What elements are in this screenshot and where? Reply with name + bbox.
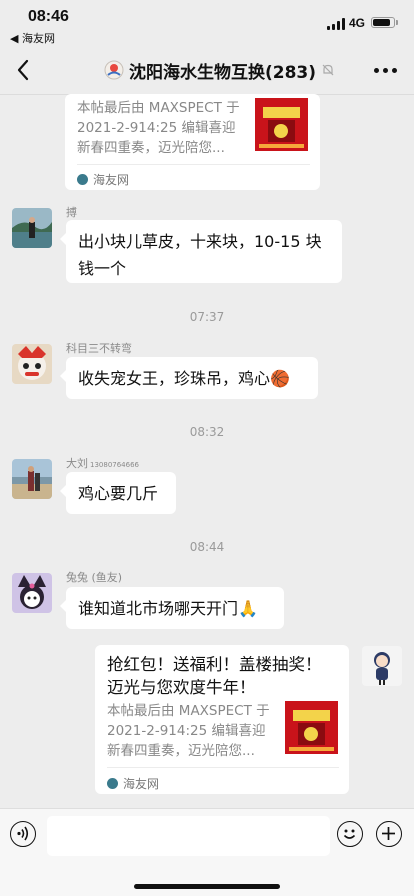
link-card-description-line: 2021-2-914:25 编辑喜迎 xyxy=(107,723,266,739)
link-card-description-line: 2021-2-914:25 编辑喜迎 xyxy=(77,120,236,136)
group-avatar-icon xyxy=(104,60,124,80)
message-text-line: 鸡心要几斤 xyxy=(78,484,159,503)
link-card-title-line: 迈光与您欢度牛年！ xyxy=(107,678,256,697)
link-card-source: 海友网 xyxy=(107,775,159,792)
battery-level xyxy=(373,19,390,26)
sound-wave-icon xyxy=(17,826,29,841)
link-card-title: 抢红包！送福利！盖楼抽奖！ 迈光与您欢度牛年！ xyxy=(107,653,339,699)
link-card-source: 海友网 xyxy=(77,171,129,188)
time-divider: 07:37 xyxy=(189,310,225,324)
sender-name: 兔兔 (鱼友) xyxy=(66,571,123,584)
avatar[interactable] xyxy=(12,573,52,613)
link-card-message[interactable]: 抢红包！送福利！盖楼抽奖！ 迈光与您欢度牛年！ 本帖最后由 MAXSPECT 于… xyxy=(95,645,349,794)
link-card-description-line: 新春四重奏，迈光陪您... xyxy=(107,743,255,759)
chevron-left-icon[interactable] xyxy=(12,56,38,84)
more-dots-icon[interactable] xyxy=(374,68,398,74)
chat-title: 沈阳海水生物互换(283) xyxy=(129,62,317,83)
smiley-face-icon xyxy=(343,829,356,839)
link-card-divider xyxy=(77,164,310,165)
avatar[interactable] xyxy=(12,344,52,384)
status-time: 08:46 xyxy=(28,8,69,25)
message-bubble[interactable]: 谁知道北市场哪天开门🙏 xyxy=(60,587,284,629)
red-envelope-image xyxy=(285,701,338,754)
avatar[interactable] xyxy=(12,208,52,248)
link-card-source-label: 海友网 xyxy=(123,777,160,791)
haiyou-logo-icon xyxy=(77,174,88,185)
avatar[interactable] xyxy=(12,459,52,499)
message-text-line: 出小块儿草皮，十来块，10-15 块 xyxy=(78,232,322,251)
link-card-thumbnail xyxy=(285,701,338,754)
battery-cap xyxy=(396,20,398,25)
kuromi-avatar xyxy=(12,573,52,613)
link-card-thumbnail xyxy=(255,98,308,151)
link-card-source-label: 海友网 xyxy=(93,173,130,187)
message-bubble[interactable]: 鸡心要几斤 xyxy=(60,472,176,514)
link-card-divider xyxy=(107,767,339,768)
chat-header: 沈阳海水生物互换(283) xyxy=(0,46,414,94)
message-text-line: 收失宠女王，珍珠吊，鸡心🏀 xyxy=(78,369,290,388)
plus-sign-icon xyxy=(382,827,395,840)
link-card-description-line: 本帖最后由 MAXSPECT 于 xyxy=(107,703,270,719)
battery-icon xyxy=(371,17,395,28)
link-card-message[interactable]: 本帖最后由 MAXSPECT 于 2021-2-914:25 编辑喜迎 新春四重… xyxy=(65,94,320,190)
self-avatar[interactable] xyxy=(362,646,402,686)
sender-name: 大刘 13080764666 xyxy=(66,455,139,471)
back-to-app-link[interactable]: ◀ 海友网 xyxy=(10,30,55,46)
sender-name: 科目三不转弯 xyxy=(66,342,132,355)
signal-icon xyxy=(327,18,345,30)
time-divider: 08:44 xyxy=(189,540,225,554)
link-card-description: 本帖最后由 MAXSPECT 于 2021-2-914:25 编辑喜迎 新春四重… xyxy=(107,701,282,761)
sender-name: 搏 xyxy=(66,206,77,219)
message-text-line: 谁知道北市场哪天开门🙏 xyxy=(78,599,258,618)
voice-icon[interactable] xyxy=(10,821,36,847)
home-indicator[interactable] xyxy=(134,884,280,889)
bell-off-icon xyxy=(322,64,334,76)
beach-photo-avatar xyxy=(12,459,52,499)
lake-photo-avatar xyxy=(12,208,52,248)
time-divider: 08:32 xyxy=(189,425,225,439)
link-card-description-line: 本帖最后由 MAXSPECT 于 xyxy=(77,100,240,116)
message-text-line: 钱一个 xyxy=(78,259,127,278)
chibi-avatar xyxy=(362,646,402,686)
network-type: 4G xyxy=(349,16,366,30)
sender-name-text: 大刘 xyxy=(66,457,88,470)
message-bubble[interactable]: 收失宠女王，珍珠吊，鸡心🏀 xyxy=(60,357,318,399)
sender-name-suffix: 13080764666 xyxy=(90,461,139,469)
status-bar: 08:46 ◀ 海友网 4G xyxy=(0,0,414,46)
red-envelope-image xyxy=(255,98,308,151)
message-bubble[interactable]: 出小块儿草皮，十来块，10-15 块 钱一个 xyxy=(60,220,342,283)
link-card-description-line: 新春四重奏，迈光陪您... xyxy=(77,140,225,156)
emoji-icon[interactable] xyxy=(337,821,363,847)
link-card-description: 本帖最后由 MAXSPECT 于 2021-2-914:25 编辑喜迎 新春四重… xyxy=(77,98,252,158)
message-input[interactable] xyxy=(47,816,330,856)
chat-title-group: 沈阳海水生物互换(283) xyxy=(104,58,335,83)
haiyou-logo-icon xyxy=(107,778,118,789)
plus-icon[interactable] xyxy=(376,821,402,847)
link-card-title-line: 抢红包！送福利！盖楼抽奖！ xyxy=(107,655,322,674)
input-bar xyxy=(0,808,414,896)
cartoon-avatar xyxy=(12,344,52,384)
